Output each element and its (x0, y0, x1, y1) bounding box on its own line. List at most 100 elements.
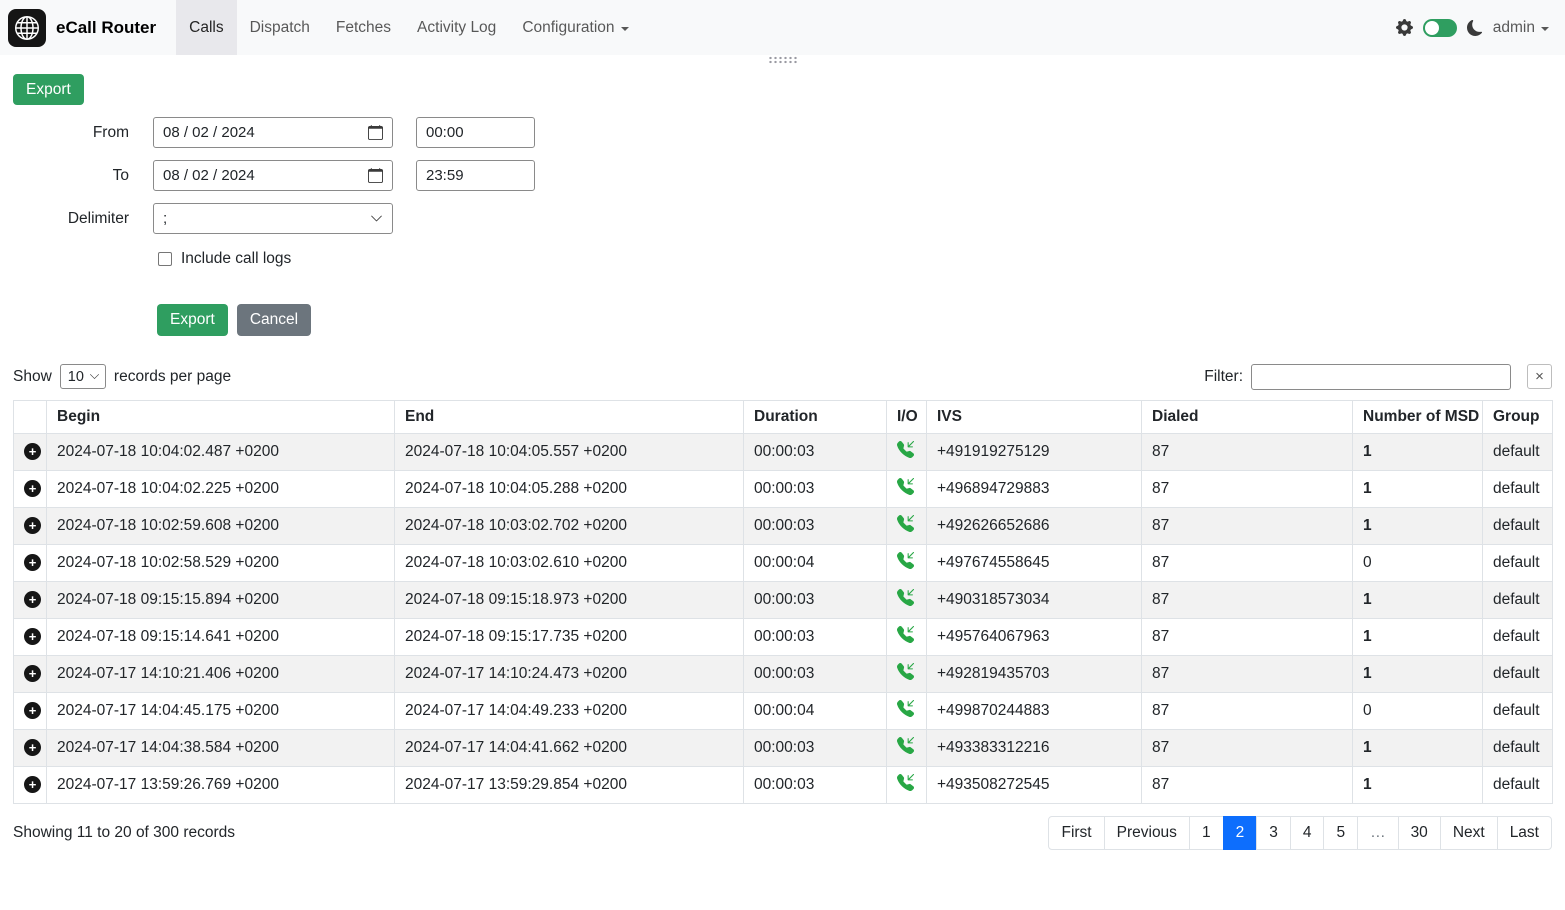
records-per-page-label: records per page (114, 368, 231, 386)
expand-cell: + (14, 655, 47, 692)
page-2[interactable]: 2 (1223, 816, 1258, 850)
export-open-button[interactable]: Export (13, 74, 84, 105)
expand-row-button[interactable]: + (24, 776, 41, 793)
nav-activity-log[interactable]: Activity Log (404, 0, 509, 55)
user-name: admin (1493, 19, 1535, 37)
cell-ivs: +490318573034 (927, 581, 1142, 618)
from-date-value: 08 / 02 / 2024 (163, 124, 255, 141)
filter-control: Filter: × (1204, 364, 1552, 390)
cell-msd: 1 (1353, 507, 1483, 544)
show-label: Show (13, 368, 52, 386)
page-size-control: Show 10 records per page (13, 364, 231, 389)
page-5[interactable]: 5 (1323, 816, 1358, 850)
cell-dialed: 87 (1142, 766, 1353, 803)
theme-toggle[interactable] (1423, 19, 1457, 37)
cell-group: default (1483, 507, 1553, 544)
resize-handle[interactable] (768, 56, 798, 64)
pagination: FirstPrevious12345…30NextLast (1048, 816, 1552, 850)
cell-duration: 00:00:03 (744, 618, 887, 655)
cell-begin: 2024-07-18 09:15:14.641 +0200 (47, 618, 395, 655)
col-group: Group (1483, 400, 1553, 433)
delimiter-select[interactable]: ; (153, 203, 393, 234)
to-date-value: 08 / 02 / 2024 (163, 167, 255, 184)
cell-group: default (1483, 581, 1553, 618)
table-header-row: Begin End Duration I/O IVS Dialed Number… (14, 400, 1553, 433)
cell-dialed: 87 (1142, 655, 1353, 692)
cell-dialed: 87 (1142, 729, 1353, 766)
cell-ivs: +491919275129 (927, 433, 1142, 470)
incoming-call-icon (897, 441, 914, 458)
clear-filter-button[interactable]: × (1527, 364, 1552, 389)
nav-fetches[interactable]: Fetches (323, 0, 404, 55)
calendar-icon[interactable] (368, 168, 383, 183)
incoming-call-icon (897, 552, 914, 569)
cell-end: 2024-07-18 10:03:02.702 +0200 (395, 507, 744, 544)
cell-io (887, 766, 927, 803)
export-submit-button[interactable]: Export (157, 304, 228, 335)
page-next[interactable]: Next (1440, 816, 1498, 850)
cell-msd: 1 (1353, 655, 1483, 692)
incoming-call-icon (897, 626, 914, 643)
expand-row-button[interactable]: + (24, 443, 41, 460)
call-row: +2024-07-18 10:02:58.529 +02002024-07-18… (14, 544, 1553, 581)
cell-group: default (1483, 692, 1553, 729)
brand-name: eCall Router (56, 18, 156, 38)
calls-table: Begin End Duration I/O IVS Dialed Number… (13, 400, 1553, 804)
calendar-icon[interactable] (368, 125, 383, 140)
page-1[interactable]: 1 (1189, 816, 1224, 850)
cell-io (887, 581, 927, 618)
expand-cell: + (14, 507, 47, 544)
cell-duration: 00:00:03 (744, 655, 887, 692)
cell-begin: 2024-07-17 14:04:45.175 +0200 (47, 692, 395, 729)
expand-row-button[interactable]: + (24, 591, 41, 608)
top-navbar: eCall Router Calls Dispatch Fetches Acti… (0, 0, 1565, 55)
user-menu[interactable]: admin (1493, 19, 1549, 37)
to-date-input[interactable]: 08 / 02 / 2024 (153, 160, 393, 191)
cell-io (887, 544, 927, 581)
cell-group: default (1483, 655, 1553, 692)
page-3[interactable]: 3 (1256, 816, 1291, 850)
cell-begin: 2024-07-18 10:02:59.608 +0200 (47, 507, 395, 544)
from-row: From 08 / 02 / 2024 00:00 (13, 117, 1552, 148)
cell-begin: 2024-07-18 10:04:02.487 +0200 (47, 433, 395, 470)
page-4[interactable]: 4 (1290, 816, 1325, 850)
cancel-button[interactable]: Cancel (237, 304, 311, 335)
page-size-select[interactable]: 10 (60, 364, 106, 389)
from-date-input[interactable]: 08 / 02 / 2024 (153, 117, 393, 148)
expand-row-button[interactable]: + (24, 517, 41, 534)
page-30[interactable]: 30 (1398, 816, 1441, 850)
nav-dispatch[interactable]: Dispatch (237, 0, 323, 55)
include-call-logs-label[interactable]: Include call logs (181, 250, 291, 268)
filter-input[interactable] (1251, 364, 1511, 390)
cell-ivs: +495764067963 (927, 618, 1142, 655)
expand-row-button[interactable]: + (24, 702, 41, 719)
page-last[interactable]: Last (1497, 816, 1552, 850)
expand-row-button[interactable]: + (24, 628, 41, 645)
gear-icon[interactable] (1396, 19, 1413, 36)
table-body: +2024-07-18 10:04:02.487 +02002024-07-18… (14, 433, 1553, 803)
col-ivs: IVS (927, 400, 1142, 433)
call-row: +2024-07-17 14:04:45.175 +02002024-07-17… (14, 692, 1553, 729)
expand-row-button[interactable]: + (24, 554, 41, 571)
cell-end: 2024-07-17 14:04:49.233 +0200 (395, 692, 744, 729)
cell-group: default (1483, 729, 1553, 766)
page-previous[interactable]: Previous (1104, 816, 1190, 850)
col-io: I/O (887, 400, 927, 433)
cell-dialed: 87 (1142, 507, 1353, 544)
cell-io (887, 470, 927, 507)
cell-ivs: +492626652686 (927, 507, 1142, 544)
moon-icon[interactable] (1467, 20, 1483, 36)
nav-calls[interactable]: Calls (176, 0, 236, 55)
call-row: +2024-07-17 14:04:38.584 +02002024-07-17… (14, 729, 1553, 766)
chevron-down-icon (370, 212, 383, 225)
expand-row-button[interactable]: + (24, 480, 41, 497)
include-call-logs-checkbox[interactable] (158, 252, 172, 266)
call-row: +2024-07-17 13:59:26.769 +02002024-07-17… (14, 766, 1553, 803)
nav-configuration[interactable]: Configuration (509, 0, 641, 55)
from-time-input[interactable]: 00:00 (416, 117, 535, 148)
page-first[interactable]: First (1048, 816, 1104, 850)
expand-row-button[interactable]: + (24, 739, 41, 756)
expand-row-button[interactable]: + (24, 665, 41, 682)
incoming-call-icon (897, 700, 914, 717)
to-time-input[interactable]: 23:59 (416, 160, 535, 191)
